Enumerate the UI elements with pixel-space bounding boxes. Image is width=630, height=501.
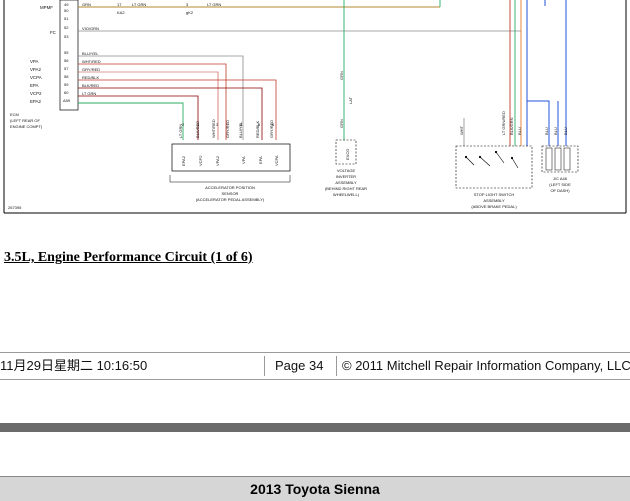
page-footer: 11月29日星期二 10:16:50 Page 34 © 2011 Mitche… [0, 352, 630, 380]
sensor-pin: EPA2 [181, 155, 186, 166]
ecm-pin-label: VCP2 [30, 91, 42, 96]
sensor-pin-number: 2 [182, 122, 185, 127]
wire-ltgrn-top: LT GRN [132, 2, 146, 7]
sensor-pin-number: 6 [272, 122, 275, 127]
sensor-label-line: ACCELERATOR POSITION [205, 185, 255, 190]
ecm-pin-wire: WHT/RED [82, 59, 101, 64]
stop-wire-label: WHT [459, 125, 464, 135]
jc-wire-label: BLU [553, 127, 558, 135]
jc-label-line: (LEFT SIDE [549, 182, 571, 187]
inverter-wire-label: GRN [339, 119, 344, 128]
sensor-label-line: (ACCELERATOR PEDAL ASSEMBLY) [196, 197, 265, 202]
ecm-pin-label: VCPA [30, 75, 42, 80]
sensor-pin-number: 5 [258, 122, 261, 127]
ref-ka2: KA2 [117, 10, 125, 15]
timestamp: 11月29日星期二 10:16:50 [0, 358, 148, 373]
sensor-pin: VCPA [274, 155, 279, 166]
sensor-label-line: SENSOR [222, 191, 239, 196]
ecm-pin-number: 56 [64, 58, 69, 63]
ecm-pin-number: 60 [64, 90, 69, 95]
stop-wire-label: LT GRN/RED [501, 111, 506, 135]
sensor-pin: EPA [258, 156, 263, 164]
inverter-pin: EXCO [345, 149, 350, 160]
wire-ltgrn-top2: LT GRN [207, 2, 221, 7]
ecm-pin-label: EPA [30, 83, 39, 88]
figure-id: 267395 [8, 205, 22, 210]
ecm-pin-label: VPA2 [30, 67, 41, 72]
inverter-wire-label: GRN [339, 71, 344, 80]
inverter-label-line: ASSEMBLY [335, 180, 357, 185]
ecm-pin-label: VPA [30, 59, 39, 64]
jc-wire-label: BLU [544, 127, 549, 135]
jc-label-line: OF DASH) [550, 188, 570, 193]
stop-wire-label: BLU [517, 127, 522, 135]
ecm-top-rows: MPMF 49 GRN 17 LT GRN KA2 3 LT GRN gK2 5… [40, 2, 221, 39]
wire-grn-top: GRN [82, 2, 91, 7]
stop-wire-label: BLK/GRN [509, 117, 514, 135]
ecm-pin-label: EPA2 [30, 99, 41, 104]
accelerator-sensor-connector [171, 143, 291, 172]
jc-a46-connector [541, 145, 579, 173]
pin-17: 17 [117, 2, 122, 7]
sensor-pin: VPA2 [215, 155, 220, 166]
footer-divider [336, 356, 337, 376]
jc-label-line: J/C A46 [553, 176, 568, 181]
label-fc: FC [50, 30, 56, 35]
pin-53: 53 [64, 34, 69, 39]
pin-49: 49 [64, 2, 69, 7]
ecm-note-line: ENGINE COMPT) [10, 124, 43, 129]
inverter-label-line: VOLTAGE [337, 168, 356, 173]
ref-gk2: gK2 [186, 10, 194, 15]
ecm-note-line: (LEFT REAR OF [10, 118, 40, 123]
stop-label-line: ASSEMBLY [483, 198, 505, 203]
ecm-pin-number: 55 [64, 50, 69, 55]
pin-50: 50 [64, 8, 69, 13]
copyright: © 2011 Mitchell Repair Information Compa… [342, 358, 630, 373]
inverter-label-line: (BEHIND RIGHT REAR [325, 186, 367, 191]
footer-divider [264, 356, 265, 376]
label-mpmf: MPMF [40, 5, 53, 10]
ecm-pin-wire: GRY/RED [82, 67, 100, 72]
inverter-label-line: INVERTER [336, 174, 356, 179]
ecm-pin-wire: BLK/RED [82, 83, 99, 88]
stop-light-switch-connector [455, 145, 533, 189]
ecm-pin-number: 58 [64, 74, 69, 79]
ecm-pin-number: 59 [64, 82, 69, 87]
ecm-pin-wire: BLU/YEL [82, 51, 99, 56]
vehicle-title: 2013 Toyota Sienna [0, 476, 630, 501]
ecm-pin-wire: LT GRN [82, 91, 96, 96]
sensor-pin: VPA [241, 156, 246, 164]
inverter-label-line: WHEELWELL) [333, 192, 360, 197]
pin-3: 3 [186, 2, 189, 7]
sensor-pin-number: 3 [216, 122, 219, 127]
wire-viogrn: VIO/GRN [82, 26, 99, 31]
wiring-diagram: MPMF 49 GRN 17 LT GRN KA2 3 LT GRN gK2 5… [0, 0, 630, 222]
pin-52: 52 [64, 25, 69, 30]
ecm-pin-number: A59 [63, 98, 71, 103]
jc-wire-label: BLU [563, 127, 568, 135]
ecm-pin-wire: RED/BLK [82, 75, 99, 80]
separator-bar [0, 423, 630, 432]
stop-label-line: STOP LIGHT SWITCH [474, 192, 515, 197]
sensor-wire-label: GRY/RED [225, 120, 230, 138]
figure-caption: 3.5L, Engine Performance Circuit (1 of 6… [4, 250, 253, 265]
ecm-note-line: ECM [10, 112, 19, 117]
page-number: Page 34 [275, 358, 324, 373]
sensor-pin: VCP2 [198, 155, 203, 166]
inverter-wire-label: LAT [348, 96, 353, 104]
ecm-pin-number: 57 [64, 66, 69, 71]
pin-51: 51 [64, 16, 69, 21]
stop-label-line: (ABOVE BRAKE PEDAL) [471, 204, 517, 209]
